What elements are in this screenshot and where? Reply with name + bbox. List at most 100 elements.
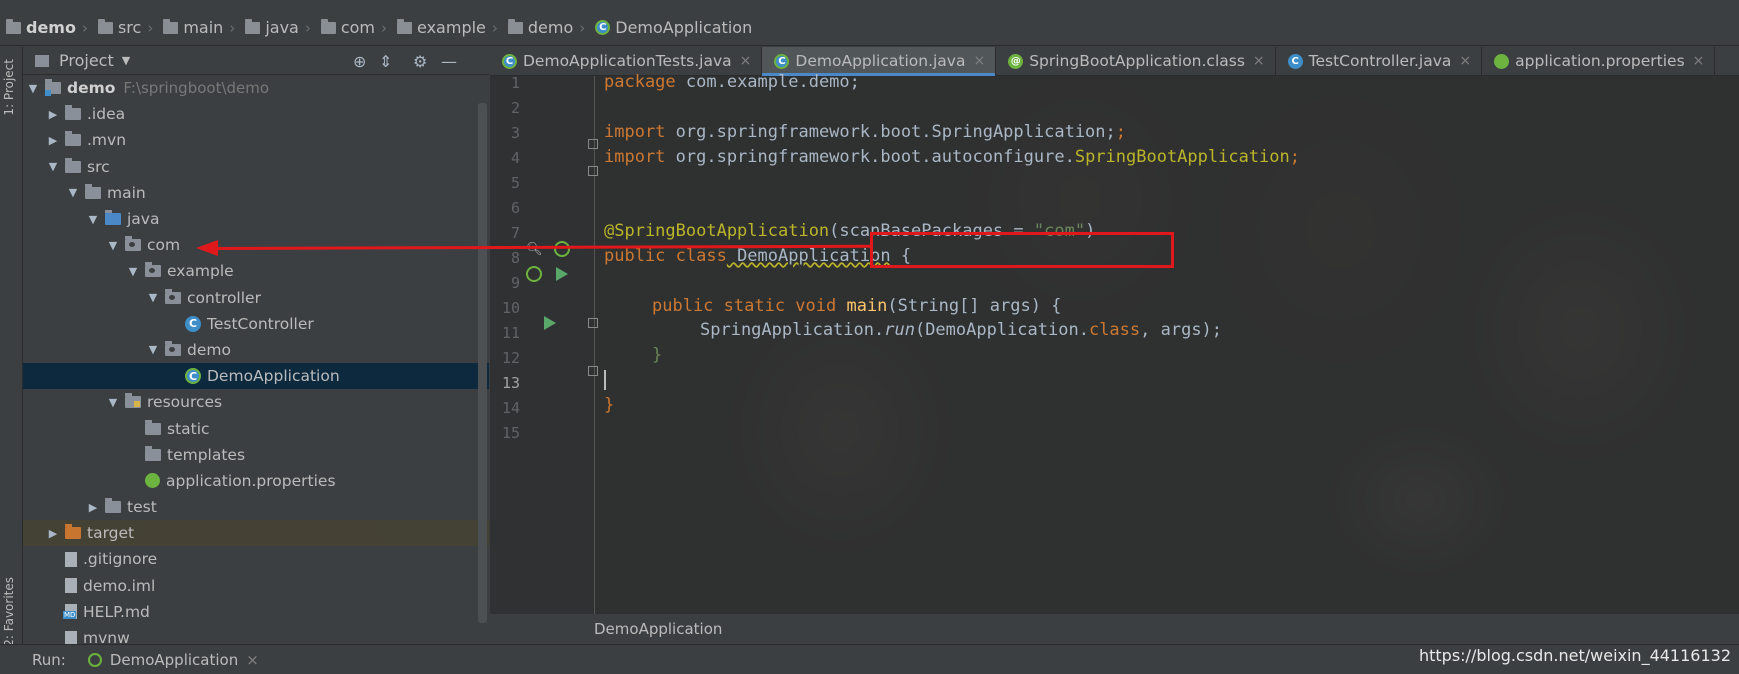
tree-item-example[interactable]: ▼ example — [23, 258, 489, 284]
fold-icon[interactable] — [588, 166, 598, 176]
spring-class-icon: C — [502, 53, 517, 69]
tree-item-help-md[interactable]: HELP.md — [23, 599, 489, 625]
tree-item-demo-iml[interactable]: demo.iml — [23, 573, 489, 599]
tree-item-static[interactable]: static — [23, 415, 489, 441]
tree-item-testcontroller[interactable]: C TestController — [23, 311, 489, 337]
collapsed-arrow-icon[interactable]: ▶ — [47, 108, 59, 121]
tree-item-controller[interactable]: ▼ controller — [23, 285, 489, 311]
crumb-com[interactable]: com › — [320, 18, 393, 37]
crumb-demoapplication[interactable]: C DemoApplication — [595, 18, 752, 37]
close-icon[interactable]: × — [973, 53, 985, 69]
expanded-arrow-icon[interactable]: ▼ — [47, 160, 59, 173]
folder-icon — [105, 498, 121, 514]
crumb-src[interactable]: src › — [97, 18, 159, 37]
code-editor[interactable]: 1 2 3 4 5 6 7 8 9 10 11 12 13 14 15 🔍︎ p… — [490, 72, 1739, 614]
collapsed-arrow-icon[interactable]: ▶ — [87, 501, 99, 514]
favorites-tool-tab[interactable]: 2: Favorites — [2, 577, 16, 647]
tree-item-idea[interactable]: ▶ .idea — [23, 101, 489, 127]
collapse-all-icon[interactable]: ⇕ — [379, 52, 392, 71]
tab-springbootapplication-class[interactable]: @ SpringBootApplication.class × — [996, 47, 1276, 75]
code-line-1: package com.example.demo; — [604, 72, 860, 92]
line-number: 15 — [501, 424, 520, 442]
expanded-arrow-icon[interactable]: ▼ — [87, 213, 99, 226]
gear-icon[interactable]: ⚙ — [413, 52, 427, 71]
collapsed-arrow-icon[interactable]: ▶ — [47, 134, 59, 147]
expanded-arrow-icon[interactable]: ▼ — [107, 239, 119, 252]
tab-demoapplicationtests[interactable]: C DemoApplicationTests.java × — [490, 47, 763, 75]
close-icon[interactable]: × — [246, 651, 259, 669]
tree-item-application-properties[interactable]: application.properties — [23, 468, 489, 494]
run-label: Run: — [32, 650, 66, 669]
chevron-down-icon[interactable]: ▼ — [122, 54, 130, 67]
expanded-arrow-icon[interactable]: ▼ — [107, 396, 119, 409]
package-icon — [145, 262, 161, 278]
expanded-arrow-icon[interactable]: ▼ — [27, 82, 39, 95]
crumb-java[interactable]: java › — [245, 18, 317, 37]
expanded-arrow-icon[interactable]: ▼ — [147, 291, 159, 304]
search-icon[interactable]: 🔍︎ — [526, 242, 543, 257]
expanded-arrow-icon[interactable]: ▼ — [67, 186, 79, 199]
line-number: 1 — [510, 74, 520, 92]
tree-item-java[interactable]: ▼ java — [23, 206, 489, 232]
package-icon — [507, 18, 523, 34]
locate-icon[interactable]: ⊕ — [353, 52, 366, 71]
tab-demoapplication[interactable]: C DemoApplication.java × — [762, 47, 997, 76]
project-view-title[interactable]: Project — [59, 51, 114, 70]
file-icon — [65, 551, 77, 567]
fold-icon[interactable] — [588, 366, 598, 376]
tree-item-demo-root[interactable]: ▼ demo F:\springboot\demo — [23, 75, 489, 101]
tree-item-mvn[interactable]: ▶ .mvn — [23, 127, 489, 153]
spring-bean-icon[interactable] — [526, 266, 542, 282]
left-tool-strip: 1: Project 2: Favorites — [0, 47, 23, 673]
tree-item-src[interactable]: ▼ src — [23, 154, 489, 180]
expanded-arrow-icon[interactable]: ▼ — [147, 343, 159, 356]
run-icon[interactable] — [544, 316, 556, 330]
close-icon[interactable]: × — [1459, 53, 1471, 69]
close-icon[interactable]: × — [1693, 53, 1705, 69]
line-number: 9 — [510, 274, 520, 292]
run-config-name[interactable]: DemoApplication — [110, 651, 238, 669]
spring-class-icon: C — [185, 368, 201, 385]
close-icon[interactable]: × — [740, 53, 752, 69]
tree-item-templates[interactable]: templates — [23, 442, 489, 468]
tree-item-com[interactable]: ▼ com — [23, 232, 489, 258]
tree-item-target[interactable]: ▶ target — [23, 520, 489, 547]
project-panel-header: Project ▼ ⊕ ⇕ ⚙ — — [23, 47, 489, 75]
spring-bean-icon[interactable] — [554, 241, 570, 257]
folder-icon — [145, 445, 161, 461]
crumb-example[interactable]: example › — [397, 18, 504, 37]
line-number: 10 — [501, 299, 520, 317]
tree-item-test[interactable]: ▶ test — [23, 494, 489, 520]
folder-icon — [245, 18, 261, 34]
toolbar-strip — [0, 0, 1739, 8]
run-icon[interactable] — [556, 267, 568, 281]
spring-run-icon — [87, 652, 102, 667]
crumb-main[interactable]: main › — [163, 18, 241, 37]
markdown-file-icon — [63, 604, 77, 620]
code-line-4: import org.springframework.boot.autoconf… — [604, 147, 1301, 167]
tree-item-demoapplication[interactable]: C DemoApplication — [23, 363, 489, 390]
tab-testcontroller[interactable]: C TestController.java × — [1276, 47, 1483, 75]
fold-icon[interactable] — [588, 318, 598, 328]
expanded-arrow-icon[interactable]: ▼ — [127, 265, 139, 278]
editor-breadcrumb[interactable]: DemoApplication — [594, 614, 722, 644]
module-icon — [6, 18, 21, 34]
crumb-demo-package[interactable]: demo › — [507, 18, 591, 37]
fold-icon[interactable] — [588, 139, 598, 149]
folder-icon — [85, 183, 101, 199]
close-icon[interactable]: × — [1253, 53, 1265, 69]
package-icon — [165, 288, 181, 304]
collapsed-arrow-icon[interactable]: ▶ — [47, 527, 59, 540]
hide-icon[interactable]: — — [441, 52, 457, 71]
tab-application-properties[interactable]: application.properties × — [1482, 47, 1716, 75]
crumb-demo[interactable]: demo › — [6, 18, 94, 37]
class-icon: C — [185, 315, 201, 332]
code-line-13 — [604, 370, 606, 390]
navigation-bar: demo › src › main › java › com › example › dem… — [0, 10, 1739, 46]
project-scrollbar[interactable] — [478, 103, 487, 623]
tree-item-demo-package[interactable]: ▼ demo — [23, 337, 489, 363]
tree-item-gitignore[interactable]: .gitignore — [23, 546, 489, 572]
tree-item-main[interactable]: ▼ main — [23, 180, 489, 206]
project-tool-tab[interactable]: 1: Project — [2, 59, 16, 116]
tree-item-resources[interactable]: ▼ resources — [23, 389, 489, 415]
